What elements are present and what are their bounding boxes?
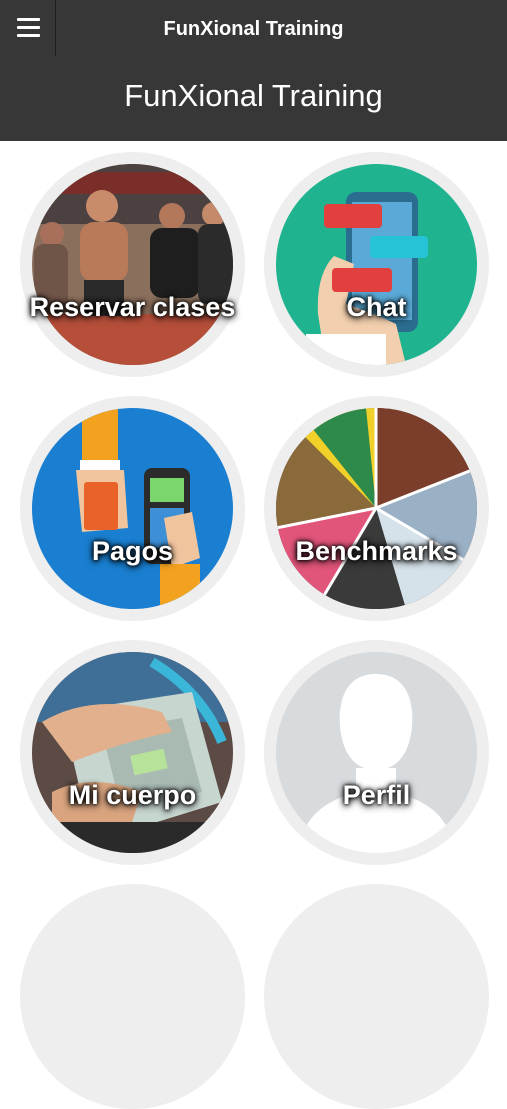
tile-partial[interactable] <box>264 884 489 1109</box>
tile-label: Chat <box>346 292 407 322</box>
athletes-running-photo-icon <box>32 164 233 365</box>
tile-label: Pagos <box>91 536 174 566</box>
tile-label: Mi cuerpo <box>68 780 197 810</box>
tile-chat[interactable]: Chat <box>264 152 489 377</box>
tile-label: Benchmarks <box>295 536 458 566</box>
tile-reservar-clases[interactable]: Reservar clases <box>20 152 245 377</box>
tile-mi-cuerpo[interactable]: Mi cuerpo <box>20 640 245 865</box>
tile-perfil[interactable]: Perfil <box>264 640 489 865</box>
page-header: FunXional Training <box>0 56 507 141</box>
hamburger-icon <box>17 18 40 21</box>
card-payment-terminal-icon <box>32 408 233 609</box>
tile-label: Reservar clases <box>29 292 236 322</box>
sports-collage-icon <box>276 408 477 609</box>
menu-button[interactable] <box>0 0 56 56</box>
app-title: FunXional Training <box>163 18 344 40</box>
tile-label: Perfil <box>342 780 411 810</box>
bathroom-scale-icon <box>32 652 233 853</box>
top-app-bar: FunXional Training <box>0 0 507 56</box>
page-title: FunXional Training <box>124 78 383 113</box>
chat-phone-icon <box>276 164 477 365</box>
tile-partial[interactable] <box>20 884 245 1109</box>
tile-benchmarks[interactable]: Benchmarks <box>264 396 489 621</box>
hamburger-icon-bar <box>17 34 40 37</box>
hamburger-icon-bar <box>17 26 40 29</box>
tile-pagos[interactable]: Pagos <box>20 396 245 621</box>
user-silhouette-icon <box>276 652 477 853</box>
